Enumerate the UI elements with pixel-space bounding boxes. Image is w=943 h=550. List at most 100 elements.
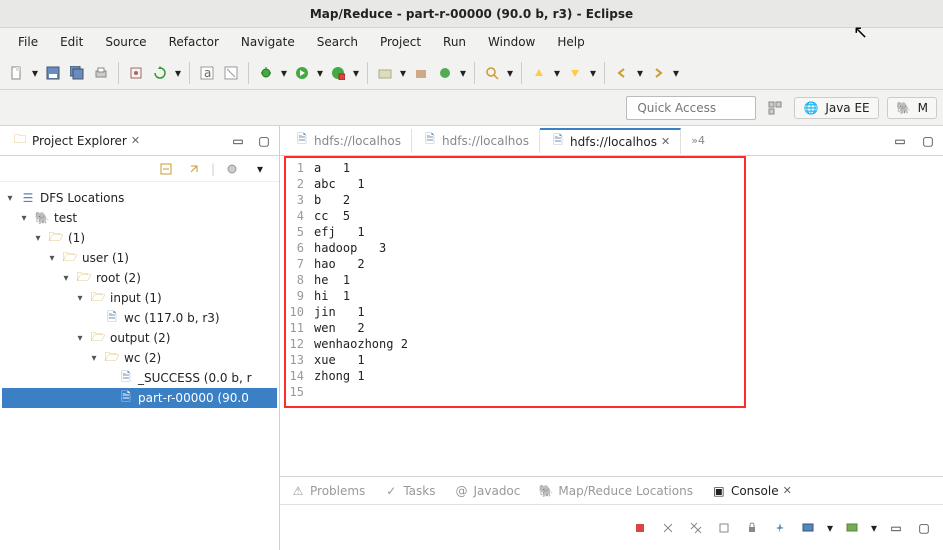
- tree-part-r-00000[interactable]: 🗎part-r-00000 (90.0: [2, 388, 277, 408]
- tab-tasks[interactable]: ✓Tasks: [379, 481, 439, 501]
- minimize-icon[interactable]: ▭: [227, 130, 249, 152]
- tree-wc-input[interactable]: 🗎wc (117.0 b, r3): [2, 308, 277, 328]
- menu-run[interactable]: Run: [433, 31, 476, 53]
- chevron-down-icon[interactable]: ▾: [398, 66, 408, 80]
- view-tab-bar: 🗀 Project Explorer ✕ ▭ ▢: [0, 126, 279, 156]
- display-console-icon[interactable]: [797, 517, 819, 539]
- minimize-icon[interactable]: ▭: [885, 517, 907, 539]
- chevron-down-icon[interactable]: ▾: [552, 66, 562, 80]
- tree-input[interactable]: ▾🗁input (1): [2, 288, 277, 308]
- tree-node-1[interactable]: ▾🗁(1): [2, 228, 277, 248]
- save-icon[interactable]: [42, 62, 64, 84]
- prev-annotation-icon[interactable]: [528, 62, 550, 84]
- chevron-down-icon[interactable]: ▾: [4, 192, 16, 204]
- menu-refactor[interactable]: Refactor: [159, 31, 229, 53]
- tree-test[interactable]: ▾🐘test: [2, 208, 277, 228]
- close-icon[interactable]: ✕: [783, 484, 792, 497]
- debug-icon[interactable]: [255, 62, 277, 84]
- tree-root[interactable]: ▾🗁root (2): [2, 268, 277, 288]
- tab-console[interactable]: ▣Console✕: [707, 481, 796, 501]
- tree-dfs-locations[interactable]: ▾☰DFS Locations: [2, 188, 277, 208]
- build-icon[interactable]: [125, 62, 147, 84]
- menu-source[interactable]: Source: [95, 31, 156, 53]
- search-icon[interactable]: [481, 62, 503, 84]
- refresh-icon[interactable]: [149, 62, 171, 84]
- quick-access-input[interactable]: [626, 96, 756, 120]
- run-icon[interactable]: [291, 62, 313, 84]
- project-explorer-tab[interactable]: 🗀 Project Explorer ✕: [4, 129, 148, 153]
- tab-problems[interactable]: ⚠Problems: [286, 481, 369, 501]
- chevron-down-icon[interactable]: ▾: [869, 521, 879, 535]
- editor-tab-2[interactable]: 🗎hdfs://localhos: [412, 129, 540, 153]
- chevron-down-icon[interactable]: ▾: [46, 252, 58, 264]
- print-icon[interactable]: [90, 62, 112, 84]
- new-pkg-icon[interactable]: [410, 62, 432, 84]
- tree-output[interactable]: ▾🗁output (2): [2, 328, 277, 348]
- chevron-down-icon[interactable]: ▾: [88, 352, 100, 364]
- chevron-down-icon[interactable]: ▾: [671, 66, 681, 80]
- chevron-down-icon[interactable]: ▾: [32, 232, 44, 244]
- maximize-icon[interactable]: ▢: [253, 130, 275, 152]
- tree-user[interactable]: ▾🗁user (1): [2, 248, 277, 268]
- menu-search[interactable]: Search: [307, 31, 368, 53]
- remove-launch-icon[interactable]: [657, 517, 679, 539]
- collapse-all-icon[interactable]: [155, 158, 177, 180]
- new-icon[interactable]: [6, 62, 28, 84]
- menu-window[interactable]: Window: [478, 31, 545, 53]
- perspective-javaee[interactable]: 🌐 Java EE: [794, 97, 878, 119]
- chevron-down-icon[interactable]: ▾: [60, 272, 72, 284]
- scroll-lock-icon[interactable]: [741, 517, 763, 539]
- save-all-icon[interactable]: [66, 62, 88, 84]
- new-class-icon[interactable]: [434, 62, 456, 84]
- maximize-icon[interactable]: ▢: [913, 517, 935, 539]
- chevron-down-icon[interactable]: ▾: [74, 292, 86, 304]
- clear-console-icon[interactable]: [713, 517, 735, 539]
- pin-console-icon[interactable]: [769, 517, 791, 539]
- perspective-mapreduce[interactable]: 🐘 M: [887, 97, 937, 119]
- tab-javadoc[interactable]: @Javadoc: [449, 481, 524, 501]
- chevron-down-icon[interactable]: ▾: [173, 66, 183, 80]
- chevron-down-icon[interactable]: ▾: [635, 66, 645, 80]
- menu-project[interactable]: Project: [370, 31, 431, 53]
- chevron-down-icon[interactable]: ▾: [458, 66, 468, 80]
- run-last-icon[interactable]: [327, 62, 349, 84]
- chevron-down-icon[interactable]: ▾: [505, 66, 515, 80]
- open-console-icon[interactable]: [841, 517, 863, 539]
- focus-icon[interactable]: [221, 158, 243, 180]
- menu-file[interactable]: File: [8, 31, 48, 53]
- toggle-b-icon[interactable]: [220, 62, 242, 84]
- close-icon[interactable]: ✕: [661, 135, 670, 148]
- forward-icon[interactable]: [647, 62, 669, 84]
- terminate-icon[interactable]: [629, 517, 651, 539]
- chevron-down-icon[interactable]: ▾: [315, 66, 325, 80]
- toggle-a-icon[interactable]: a: [196, 62, 218, 84]
- link-editor-icon[interactable]: [183, 158, 205, 180]
- new-server-icon[interactable]: [374, 62, 396, 84]
- close-icon[interactable]: ✕: [131, 134, 140, 147]
- chevron-down-icon[interactable]: ▾: [279, 66, 289, 80]
- tab-mapreduce-locations[interactable]: 🐘Map/Reduce Locations: [534, 481, 697, 501]
- editor-overflow[interactable]: »4: [681, 130, 715, 151]
- editor-tab-1[interactable]: 🗎hdfs://localhos: [284, 129, 412, 153]
- editor[interactable]: 123456789101112131415 a 1 abc 1 b 2 cc 5…: [280, 156, 943, 476]
- open-perspective-icon[interactable]: [764, 97, 786, 119]
- chevron-down-icon[interactable]: ▾: [588, 66, 598, 80]
- tree-success[interactable]: 🗎_SUCCESS (0.0 b, r: [2, 368, 277, 388]
- menu-help[interactable]: Help: [547, 31, 594, 53]
- maximize-icon[interactable]: ▢: [917, 130, 939, 152]
- remove-all-icon[interactable]: [685, 517, 707, 539]
- minimize-icon[interactable]: ▭: [889, 130, 911, 152]
- back-icon[interactable]: [611, 62, 633, 84]
- view-menu-icon[interactable]: ▾: [249, 158, 271, 180]
- chevron-down-icon[interactable]: ▾: [825, 521, 835, 535]
- chevron-down-icon[interactable]: ▾: [30, 66, 40, 80]
- menu-edit[interactable]: Edit: [50, 31, 93, 53]
- menu-navigate[interactable]: Navigate: [231, 31, 305, 53]
- next-annotation-icon[interactable]: [564, 62, 586, 84]
- tree-wc-output[interactable]: ▾🗁wc (2): [2, 348, 277, 368]
- code-content[interactable]: a 1 abc 1 b 2 cc 5 efj 1 hadoop 3 hao 2 …: [308, 156, 943, 476]
- chevron-down-icon[interactable]: ▾: [351, 66, 361, 80]
- chevron-down-icon[interactable]: ▾: [74, 332, 86, 344]
- editor-tab-3[interactable]: 🗎hdfs://localhos✕: [540, 128, 681, 154]
- chevron-down-icon[interactable]: ▾: [18, 212, 30, 224]
